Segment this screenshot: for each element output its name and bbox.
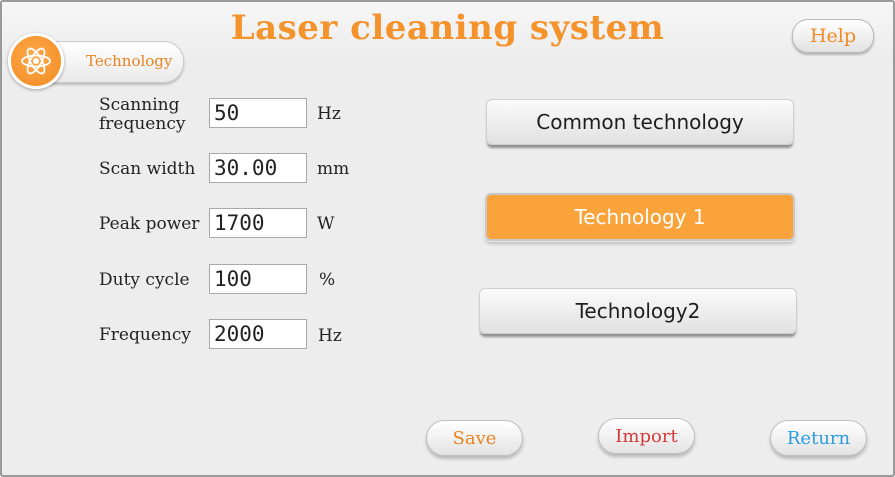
scanning-frequency-input[interactable]: 50 [209,98,307,128]
scanning-frequency-unit: Hz [317,104,341,124]
duty-cycle-label: Duty cycle [99,270,190,290]
peak-power-input[interactable]: 1700 [209,208,307,238]
scan-width-label: Scan width [99,159,196,179]
import-button[interactable]: Import [598,418,695,454]
scanning-frequency-label-line1: Scanning [99,95,180,115]
frequency-unit: Hz [318,326,342,346]
technology-1-button[interactable]: Technology 1 [485,193,795,241]
scanning-frequency-label: Scanning frequency [99,96,185,134]
scanning-frequency-label-line2: frequency [99,114,186,134]
common-technology-button[interactable]: Common technology [486,99,794,145]
technology-tab[interactable]: Technology [8,33,184,89]
help-button[interactable]: Help [792,19,874,53]
technology-2-button[interactable]: Technology2 [479,288,797,334]
peak-power-label: Peak power [99,214,200,234]
frequency-label: Frequency [99,325,191,345]
duty-cycle-unit: % [319,270,336,290]
save-button[interactable]: Save [426,420,523,456]
technology-tab-label: Technology [86,52,173,70]
frequency-input[interactable]: 2000 [209,319,307,349]
duty-cycle-input[interactable]: 100 [209,264,307,294]
atom-icon-graphic [21,47,51,75]
scan-width-unit: mm [317,159,350,179]
atom-icon [8,33,64,89]
return-button[interactable]: Return [770,420,867,456]
peak-power-unit: W [317,214,335,234]
scan-width-input[interactable]: 30.00 [209,153,307,183]
